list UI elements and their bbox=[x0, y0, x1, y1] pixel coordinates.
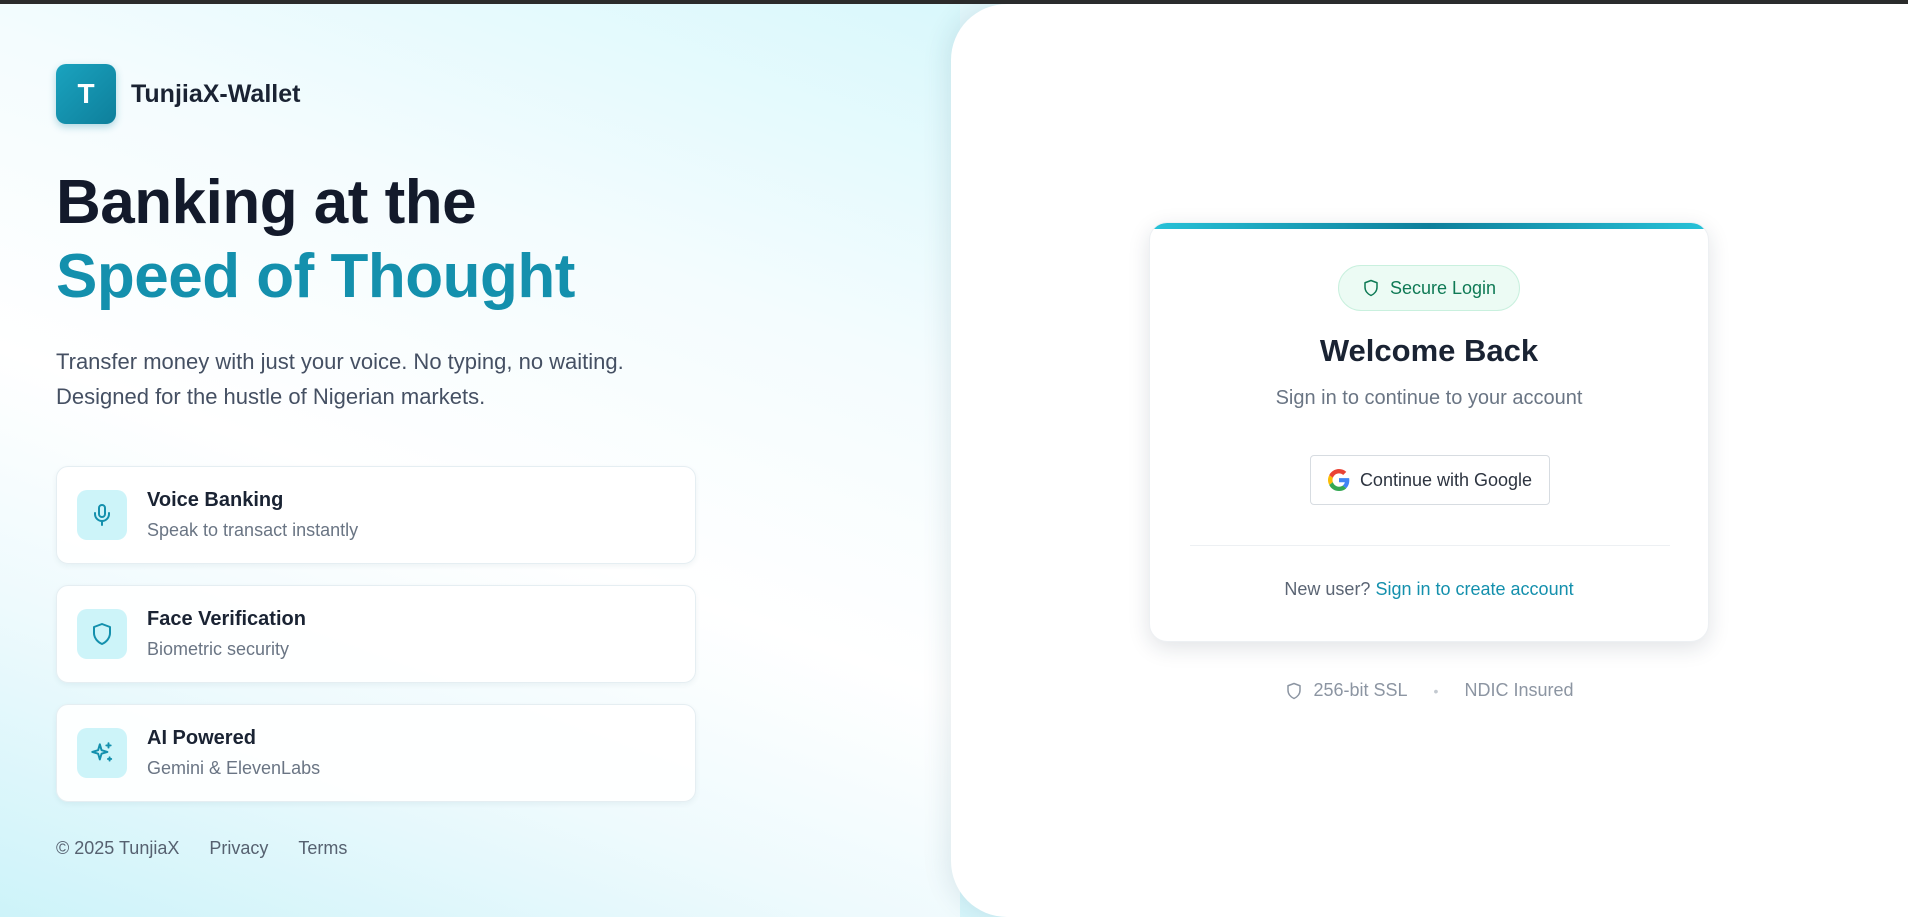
microphone-icon bbox=[77, 490, 127, 540]
separator-dot: • bbox=[1433, 682, 1439, 699]
login-subtitle: Sign in to continue to your account bbox=[1275, 387, 1583, 409]
card-accent-bar bbox=[1150, 223, 1708, 229]
feature-subtitle: Speak to transact instantly bbox=[147, 520, 359, 540]
hero-description: Transfer money with just your voice. No … bbox=[56, 349, 624, 409]
login-title: Welcome Back bbox=[1319, 333, 1539, 368]
create-account-link[interactable]: Sign in to create account bbox=[1375, 579, 1573, 599]
brand-name: TunjiaX-Wallet bbox=[131, 79, 301, 108]
terms-link[interactable]: Terms bbox=[298, 838, 347, 859]
google-icon bbox=[1327, 469, 1350, 491]
feature-card-ai-powered: AI Powered Gemini & ElevenLabs bbox=[56, 704, 696, 802]
secure-login-badge: Secure Login bbox=[1338, 265, 1520, 311]
new-user-row: New user? Sign in to create account bbox=[1150, 579, 1708, 600]
ndic-label: NDIC Insured bbox=[1464, 680, 1574, 700]
new-user-prompt: New user? bbox=[1284, 579, 1371, 599]
google-button-label: Continue with Google bbox=[1359, 469, 1533, 490]
sparkles-icon bbox=[77, 728, 127, 778]
feature-subtitle: Biometric security bbox=[147, 639, 290, 659]
footer: © 2025 TunjiaX Privacy Terms bbox=[56, 838, 377, 859]
shield-icon bbox=[77, 609, 127, 659]
trust-indicators: 256-bit SSL • NDIC Insured bbox=[951, 680, 1908, 701]
hero-line-2: Speed of Thought bbox=[56, 242, 575, 311]
hero-heading: Banking at the Speed of Thought bbox=[56, 166, 575, 314]
login-card: Secure Login Welcome Back Sign in to con… bbox=[1149, 222, 1709, 642]
copyright-text: © 2025 TunjiaX bbox=[56, 838, 180, 858]
hero-line-1: Banking at the bbox=[56, 168, 477, 237]
feature-card-face-verification: Face Verification Biometric security bbox=[56, 585, 696, 683]
ssl-indicator: 256-bit SSL bbox=[1285, 680, 1408, 701]
login-panel: Secure Login Welcome Back Sign in to con… bbox=[951, 4, 1908, 917]
feature-card-voice-banking: Voice Banking Speak to transact instantl… bbox=[56, 466, 696, 564]
shield-icon bbox=[1287, 682, 1302, 699]
feature-title: Face Verification bbox=[147, 608, 306, 630]
google-signin-button[interactable]: Continue with Google bbox=[1310, 455, 1550, 505]
privacy-link[interactable]: Privacy bbox=[209, 838, 268, 859]
marketing-panel: T TunjiaX-Wallet Banking at the Speed of… bbox=[0, 4, 960, 917]
divider bbox=[1190, 545, 1670, 546]
logo-icon: T bbox=[56, 64, 116, 124]
badge-label: Secure Login bbox=[1389, 277, 1497, 298]
feature-subtitle: Gemini & ElevenLabs bbox=[147, 758, 321, 778]
page: T TunjiaX-Wallet Banking at the Speed of… bbox=[0, 4, 1908, 917]
shield-icon bbox=[1364, 279, 1378, 297]
feature-list: Voice Banking Speak to transact instantl… bbox=[56, 466, 696, 823]
brand-header: T TunjiaX-Wallet bbox=[56, 64, 300, 124]
feature-title: Voice Banking bbox=[147, 489, 284, 511]
feature-title: AI Powered bbox=[147, 727, 256, 749]
ssl-label: 256-bit SSL bbox=[1313, 680, 1408, 700]
